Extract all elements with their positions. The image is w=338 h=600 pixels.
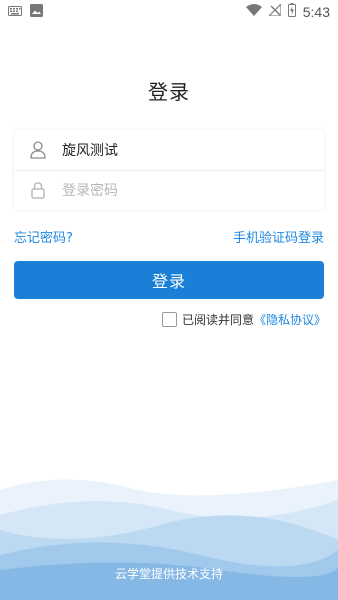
page-title: 登录 <box>148 80 190 104</box>
auth-links: 忘记密码? 手机验证码登录 <box>14 227 324 246</box>
agreement-checkbox[interactable] <box>161 312 177 327</box>
forgot-password-link[interactable]: 忘记密码? <box>14 227 73 246</box>
wifi-icon <box>245 4 262 20</box>
username-value[interactable]: 旋风测试 <box>62 140 118 160</box>
keyboard-icon <box>8 5 22 20</box>
status-bar: 5:43 <box>0 0 338 24</box>
privacy-policy-link[interactable]: 《隐私协议》 <box>254 311 326 328</box>
password-field[interactable]: 登录密码 <box>14 170 324 210</box>
user-icon <box>14 141 62 159</box>
lock-icon <box>14 181 62 199</box>
clock: 5:43 <box>302 4 330 20</box>
login-form: 旋风测试 登录密码 <box>14 130 324 210</box>
username-field[interactable]: 旋风测试 <box>14 130 324 171</box>
status-bar-right: 5:43 <box>245 2 330 21</box>
battery-charging-icon <box>287 3 296 21</box>
login-button[interactable]: 登录 <box>14 261 324 299</box>
image-icon <box>30 3 43 21</box>
no-signal-icon <box>267 2 282 20</box>
agreement-text: 已阅读并同意 <box>181 313 254 327</box>
agreement-row: 已阅读并同意 《隐私协议》 <box>161 311 326 328</box>
sms-login-link[interactable]: 手机验证码登录 <box>233 227 324 246</box>
status-bar-left <box>8 3 43 21</box>
password-placeholder[interactable]: 登录密码 <box>62 180 118 200</box>
footer-text: 云学堂提供技术支持 <box>114 567 223 581</box>
